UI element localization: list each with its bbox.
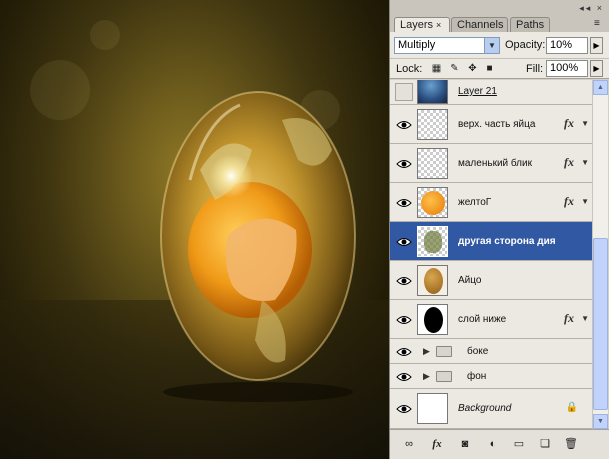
layer-options: Multiply ▼ Opacity: 10% ▶ Lock: ▦ ✎ ✥ ■ … bbox=[390, 32, 609, 79]
eye-icon[interactable] bbox=[396, 314, 412, 326]
layers-bottom-toolbar: ∞ fx ◙ ◐ ▭ ❏ 🗑 bbox=[390, 429, 609, 459]
layers-scrollbar[interactable]: ▲ ▼ bbox=[592, 80, 608, 429]
scroll-down-arrow-icon[interactable]: ▼ bbox=[593, 414, 608, 429]
fx-icon[interactable]: fx bbox=[564, 194, 574, 209]
lock-all-icon[interactable]: ■ bbox=[483, 62, 496, 75]
blend-mode-select[interactable]: Multiply ▼ bbox=[394, 37, 500, 54]
adjustment-icon[interactable]: ◐ bbox=[484, 436, 502, 452]
eye-icon[interactable] bbox=[396, 119, 412, 131]
layer-name[interactable]: слой ниже bbox=[458, 314, 506, 325]
fill-slider-arrow-icon[interactable]: ▶ bbox=[590, 60, 603, 77]
chevron-down-icon[interactable]: ▼ bbox=[581, 119, 589, 128]
expand-triangle-icon[interactable]: ▶ bbox=[423, 371, 430, 382]
panel-menu-icon[interactable]: ≡ bbox=[594, 19, 604, 29]
layer-name[interactable]: Айцо bbox=[458, 275, 481, 286]
scrollbar-thumb[interactable] bbox=[593, 238, 608, 410]
layer-thumbnail-transparent bbox=[417, 109, 448, 140]
fx-icon[interactable]: fx bbox=[564, 311, 574, 326]
eye-icon[interactable] bbox=[396, 371, 412, 383]
lock-icon: 🔒 bbox=[565, 402, 578, 413]
chevron-down-icon[interactable]: ▼ bbox=[484, 38, 499, 53]
fx-icon[interactable]: fx bbox=[564, 116, 574, 131]
folder-icon[interactable]: ▭ bbox=[510, 436, 528, 452]
layer-thumbnail-map bbox=[417, 226, 448, 257]
fx-icon[interactable]: fx bbox=[428, 436, 446, 452]
eye-icon[interactable] bbox=[396, 403, 412, 415]
tab-layers-label: Layers bbox=[400, 19, 434, 31]
visibility-toggle-off[interactable] bbox=[395, 83, 413, 101]
link-icon[interactable]: ∞ bbox=[400, 436, 418, 452]
layer-row[interactable]: маленький блик fx ▼ bbox=[390, 144, 592, 183]
layer-group-row[interactable]: ▶ фон bbox=[390, 364, 592, 389]
layer-thumbnail-egg bbox=[417, 265, 448, 296]
fill-input[interactable]: 100% bbox=[546, 60, 588, 77]
document-canvas[interactable] bbox=[0, 0, 389, 459]
eye-icon[interactable] bbox=[396, 236, 412, 248]
folder-icon bbox=[436, 346, 452, 357]
layer-name[interactable]: маленький блик bbox=[458, 158, 532, 169]
layer-row-background[interactable]: Background 🔒 bbox=[390, 389, 592, 429]
eye-icon[interactable] bbox=[396, 346, 412, 358]
glass-egg-earth-artwork bbox=[160, 91, 356, 402]
close-tab-icon[interactable]: × bbox=[436, 20, 441, 30]
layer-name[interactable]: фон bbox=[467, 371, 486, 382]
chevron-down-icon[interactable]: ▼ bbox=[581, 158, 589, 167]
layer-thumbnail-earth bbox=[417, 80, 448, 104]
layer-name[interactable]: боке bbox=[467, 346, 488, 357]
eye-icon[interactable] bbox=[396, 197, 412, 209]
opacity-label: Opacity: bbox=[505, 39, 546, 51]
layer-name[interactable]: Layer 21 bbox=[458, 86, 497, 97]
folder-icon bbox=[436, 371, 452, 382]
layer-name[interactable]: другая сторона дия bbox=[458, 236, 556, 247]
tab-layers[interactable]: Layers × bbox=[394, 17, 450, 33]
scroll-up-arrow-icon[interactable]: ▲ bbox=[593, 80, 608, 95]
lock-transparency-icon[interactable]: ▦ bbox=[430, 62, 443, 75]
layer-name[interactable]: Background bbox=[458, 403, 511, 414]
layer-thumbnail-yolk bbox=[417, 187, 448, 218]
layer-row[interactable]: Айцо bbox=[390, 261, 592, 300]
fx-icon[interactable]: fx bbox=[564, 155, 574, 170]
layer-row-selected[interactable]: другая сторона дия bbox=[390, 222, 592, 261]
eye-icon[interactable] bbox=[396, 275, 412, 287]
tab-paths[interactable]: Paths bbox=[510, 17, 550, 32]
chevron-down-icon[interactable]: ▼ bbox=[581, 314, 589, 323]
mask-icon[interactable]: ◙ bbox=[456, 436, 474, 452]
expand-triangle-icon[interactable]: ▶ bbox=[423, 346, 430, 357]
panel-tabbar: ◂◂ × Layers × Channels Paths ≡ bbox=[390, 0, 609, 33]
lock-label: Lock: bbox=[396, 63, 423, 75]
blend-mode-value: Multiply bbox=[398, 39, 436, 51]
tab-channels[interactable]: Channels bbox=[451, 17, 508, 32]
layer-thumbnail-transparent bbox=[417, 148, 448, 179]
panel-window-controls[interactable]: ◂◂ × bbox=[579, 3, 604, 14]
trash-icon[interactable]: 🗑 bbox=[562, 436, 580, 452]
fill-label: Fill: bbox=[526, 63, 544, 75]
layer-thumbnail-black-egg bbox=[417, 304, 448, 335]
new-layer-icon[interactable]: ❏ bbox=[536, 436, 554, 452]
layer-row[interactable]: верх. часть яйца fx ▼ bbox=[390, 105, 592, 144]
layer-group-row[interactable]: ▶ боке bbox=[390, 339, 592, 364]
eye-icon[interactable] bbox=[396, 158, 412, 170]
layers-panel: ◂◂ × Layers × Channels Paths ≡ Multiply ▼… bbox=[389, 0, 609, 459]
lock-pixels-brush-icon[interactable]: ✎ bbox=[448, 62, 461, 75]
opacity-slider-arrow-icon[interactable]: ▶ bbox=[590, 37, 603, 54]
layer-row-layer-21[interactable]: Layer 21 bbox=[390, 80, 592, 105]
layer-row[interactable]: желтоГ fx ▼ bbox=[390, 183, 592, 222]
chevron-down-icon[interactable]: ▼ bbox=[581, 197, 589, 206]
lock-position-move-icon[interactable]: ✥ bbox=[466, 62, 479, 75]
layer-row[interactable]: слой ниже fx ▼ bbox=[390, 300, 592, 339]
opacity-input[interactable]: 10% bbox=[546, 37, 588, 54]
layer-name[interactable]: желтоГ bbox=[458, 197, 491, 208]
lock-row: Lock: ▦ ✎ ✥ ■ Fill: 100% ▶ bbox=[390, 58, 609, 78]
layer-name[interactable]: верх. часть яйца bbox=[458, 119, 535, 130]
layer-thumbnail-white bbox=[417, 393, 448, 424]
layers-list: Layer 21 верх. часть яйца fx ▼ маленький… bbox=[390, 80, 592, 429]
